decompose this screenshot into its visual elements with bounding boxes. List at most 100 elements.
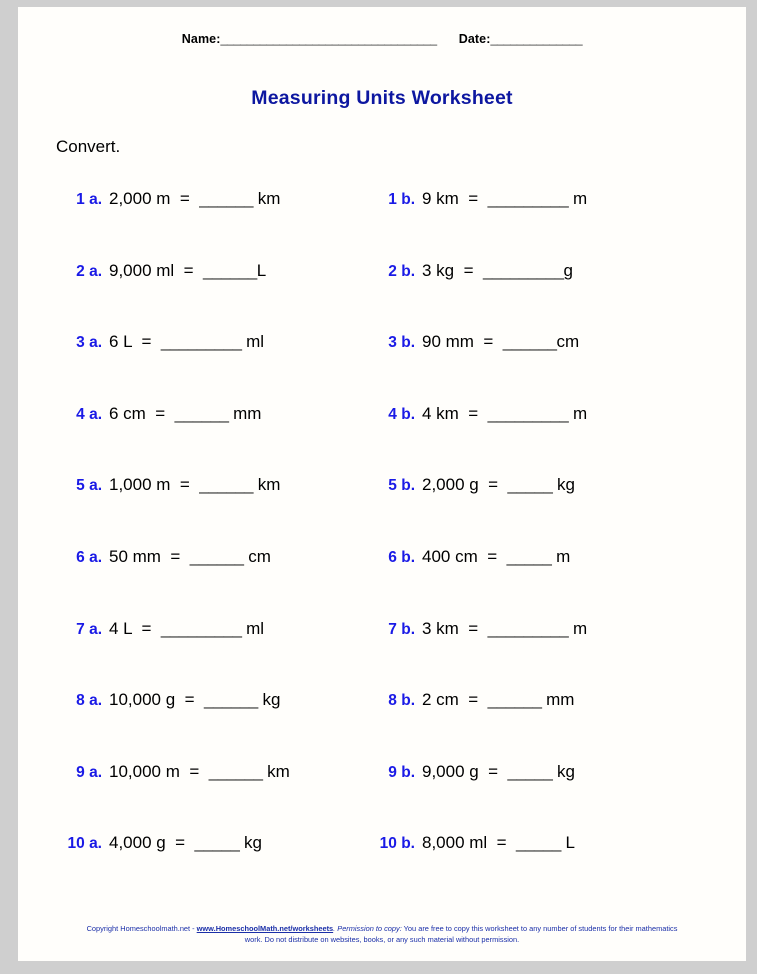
answer-blank[interactable]: _____ xyxy=(508,475,553,495)
problem-9b: 9 b. 9,000 g = _____ kg xyxy=(348,762,708,782)
problem-unit: ml xyxy=(241,618,265,638)
problem-unit: cm xyxy=(556,332,580,352)
problem-unit: m xyxy=(568,189,588,208)
problem-unit: g xyxy=(563,260,574,280)
problem-question: 10,000 m = xyxy=(109,761,209,781)
problem-question: 2,000 g = xyxy=(422,475,508,495)
name-date-row: Name: _________________________________ … xyxy=(18,32,746,46)
page-title: Measuring Units Worksheet xyxy=(251,87,513,109)
problem-number: 7 a. xyxy=(76,620,102,638)
problem-row: 7 a. 4 L = _________ ml 7 b. 3 km = ____… xyxy=(18,619,746,691)
problem-number: 5 b. xyxy=(388,477,415,495)
problem-question: 9 km = xyxy=(422,189,488,208)
problem-number: 4 a. xyxy=(76,405,102,423)
problem-number: 9 a. xyxy=(76,763,102,781)
problem-5b: 5 b. 2,000 g = _____ kg xyxy=(348,475,708,495)
problem-10a: 10 a. 4,000 g = _____ kg xyxy=(18,833,348,853)
answer-blank[interactable]: _________ xyxy=(483,261,564,281)
problem-number: 3 b. xyxy=(388,334,415,352)
instruction-text: Convert. xyxy=(56,137,121,156)
name-label: Name: xyxy=(181,32,221,46)
answer-blank[interactable]: _____ xyxy=(195,833,240,853)
problem-unit: m xyxy=(551,546,571,566)
answer-blank[interactable]: ______ xyxy=(190,547,244,567)
problem-question: 9,000 g = xyxy=(422,761,508,781)
answer-blank[interactable]: _____ xyxy=(516,833,561,853)
problem-6a: 6 a. 50 mm = ______ cm xyxy=(18,547,348,567)
problem-8b: 8 b. 2 cm = ______ mm xyxy=(348,690,708,710)
problem-7b: 7 b. 3 km = _________ m xyxy=(348,619,708,639)
answer-blank[interactable]: ______ xyxy=(199,475,253,495)
problem-4a: 4 a. 6 cm = ______ mm xyxy=(18,404,348,424)
answer-blank[interactable]: ______ xyxy=(203,261,257,281)
problem-number: 2 a. xyxy=(76,262,102,280)
footer-text: Copyright Homeschoolmath.net - www.Homes… xyxy=(18,923,746,945)
answer-blank[interactable]: _________ xyxy=(161,332,242,352)
problem-question: 10,000 g = xyxy=(109,690,204,710)
problem-question: 6 L = xyxy=(109,332,161,352)
problem-number: 7 b. xyxy=(388,620,415,638)
problem-number: 5 a. xyxy=(76,477,102,495)
answer-blank[interactable]: ______ xyxy=(209,762,263,782)
problem-number: 6 a. xyxy=(76,548,102,566)
problem-question: 4 km = xyxy=(422,403,488,423)
problem-number: 8 b. xyxy=(388,692,415,710)
footer-copyright: Copyright Homeschoolmath.net - xyxy=(86,924,197,933)
problem-question: 4 L = xyxy=(109,618,161,638)
problem-question: 8,000 ml = xyxy=(422,833,517,853)
problem-4b: 4 b. 4 km = _________ m xyxy=(348,404,708,424)
problem-row: 9 a. 10,000 m = ______ km 9 b. 9,000 g =… xyxy=(18,762,746,834)
problem-question: 90 mm = xyxy=(422,332,503,352)
problem-2b: 2 b. 3 kg = _________ g xyxy=(348,261,708,281)
problem-5a: 5 a. 1,000 m = ______ km xyxy=(18,475,348,495)
problem-3b: 3 b. 90 mm = ______ cm xyxy=(348,332,708,352)
answer-blank[interactable]: _____ xyxy=(507,547,552,567)
problem-7a: 7 a. 4 L = _________ ml xyxy=(18,619,348,639)
answer-blank[interactable]: ______ xyxy=(199,189,253,209)
problem-unit: kg xyxy=(552,475,576,495)
problem-unit: km xyxy=(252,475,281,495)
problem-row: 8 a. 10,000 g = ______ kg 8 b. 2 cm = __… xyxy=(18,690,746,762)
problem-question: 4,000 g = xyxy=(109,833,195,853)
problem-unit: km xyxy=(262,761,290,781)
problem-row: 4 a. 6 cm = ______ mm 4 b. 4 km = ______… xyxy=(18,404,746,476)
problem-number: 10 a. xyxy=(67,835,102,853)
problem-unit: m xyxy=(568,403,588,423)
answer-blank[interactable]: ______ xyxy=(175,404,229,424)
footer: Copyright Homeschoolmath.net - www.Homes… xyxy=(18,923,746,945)
problem-question: 3 km = xyxy=(422,618,488,638)
problem-2a: 2 a. 9,000 ml = ______ L xyxy=(18,261,348,281)
name-input-blank[interactable]: _________________________________ xyxy=(221,32,438,46)
date-input-blank[interactable]: ______________ xyxy=(490,32,582,46)
problem-unit: mm xyxy=(228,403,262,423)
problem-unit: kg xyxy=(552,761,576,781)
answer-blank[interactable]: _____ xyxy=(508,762,553,782)
footer-permission-label: . Permission to copy: xyxy=(333,924,402,933)
problem-9a: 9 a. 10,000 m = ______ km xyxy=(18,762,348,782)
problem-row: 3 a. 6 L = _________ ml 3 b. 90 mm = ___… xyxy=(18,332,746,404)
problem-number: 10 b. xyxy=(379,835,415,853)
problem-unit: m xyxy=(568,618,588,638)
answer-blank[interactable]: ______ xyxy=(204,690,258,710)
answer-blank[interactable]: _________ xyxy=(161,619,242,639)
problem-number: 6 b. xyxy=(388,548,415,566)
problem-number: 2 b. xyxy=(388,262,415,280)
answer-blank[interactable]: _________ xyxy=(488,619,569,639)
problem-6b: 6 b. 400 cm = _____ m xyxy=(348,547,708,567)
problem-unit: ml xyxy=(241,332,265,352)
problem-unit: L xyxy=(256,260,267,280)
problem-number: 8 a. xyxy=(76,692,102,710)
problem-question: 2,000 m = xyxy=(109,189,200,208)
answer-blank[interactable]: ______ xyxy=(503,332,557,352)
problem-10b: 10 b. 8,000 ml = _____ L xyxy=(348,833,708,853)
problem-question: 1,000 m = xyxy=(109,475,200,495)
answer-blank[interactable]: _________ xyxy=(488,404,569,424)
problem-question: 50 mm = xyxy=(109,546,190,566)
problem-1b: 1 b. 9 km = _________ m xyxy=(348,189,708,209)
answer-blank[interactable]: _________ xyxy=(488,189,569,209)
footer-website-link[interactable]: www.HomeschoolMath.net/worksheets xyxy=(197,924,333,933)
answer-blank[interactable]: ______ xyxy=(488,690,542,710)
worksheet-page: Name: _________________________________ … xyxy=(18,7,746,961)
problem-unit: kg xyxy=(239,833,263,853)
problem-row: 10 a. 4,000 g = _____ kg 10 b. 8,000 ml … xyxy=(18,833,746,905)
